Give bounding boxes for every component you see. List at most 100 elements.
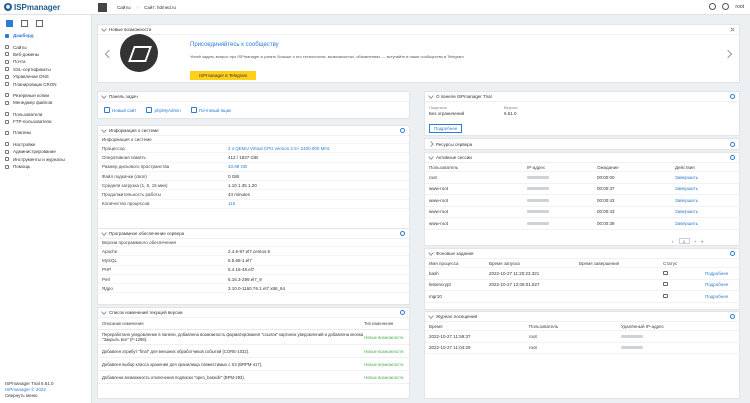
sidebar-item-settings[interactable]: Настройки xyxy=(0,141,91,148)
column-header[interactable]: Тип изменения xyxy=(364,321,393,326)
refresh-icon[interactable] xyxy=(730,155,735,160)
new-site-link[interactable]: Новый сайт xyxy=(104,107,136,113)
table-row: mgr10 Подробнее xyxy=(425,291,739,303)
blurred-ip xyxy=(621,346,643,350)
mail-icon xyxy=(190,107,197,113)
user-name[interactable]: root xyxy=(735,4,744,10)
column-header[interactable]: Описание изменения xyxy=(102,321,364,326)
certificate-icon xyxy=(5,67,9,72)
sidebar-item-files[interactable]: Менеджер файлов xyxy=(0,99,91,106)
version-value: 6.61.0 xyxy=(504,111,517,116)
sidebar-item-tools[interactable]: Инструменты и журналы xyxy=(0,155,91,162)
notification-icon[interactable] xyxy=(709,3,717,10)
table-row: 2022-10-27 11:04:29 root xyxy=(425,343,739,354)
refresh-icon[interactable] xyxy=(400,231,405,236)
refresh-icon[interactable] xyxy=(730,251,735,256)
sidebar-item-ssl[interactable]: SSL-сертификаты xyxy=(0,66,91,73)
chevron-down-icon[interactable] xyxy=(428,312,434,319)
status-icon xyxy=(663,293,668,298)
about-panel: О панели ISPmanager Trial Лицензия Версия… xyxy=(424,91,740,136)
details-link[interactable]: Подробнее xyxy=(705,294,735,299)
sidebar-item-dashboard[interactable]: Дашборд xyxy=(0,32,91,39)
phpmyadmin-link[interactable]: phpMyAdmin xyxy=(146,107,181,113)
blurred-ip xyxy=(527,187,549,191)
sidebar-item-backup[interactable]: Резервные копии xyxy=(0,92,91,99)
sidebar-item-cron[interactable]: Планировщик CRON xyxy=(0,80,91,87)
mailbox-link[interactable]: Почтовый ящик xyxy=(190,107,231,113)
telegram-button[interactable]: ISPmanager в Telegram xyxy=(190,71,257,80)
chevron-down-icon[interactable] xyxy=(428,249,434,256)
refresh-icon[interactable] xyxy=(400,128,405,133)
end-session-link[interactable]: Завершить xyxy=(675,198,735,203)
chevron-left-icon[interactable]: ‹ xyxy=(672,239,674,244)
sidebar-item-webdomains[interactable]: Веб-домены xyxy=(0,51,91,58)
folder-icon xyxy=(5,100,9,105)
blurred-ip xyxy=(527,221,549,225)
refresh-icon[interactable] xyxy=(730,314,735,319)
home-icon[interactable] xyxy=(98,2,107,12)
chevron-down-icon[interactable] xyxy=(101,308,107,315)
table-row: Добавлена возможность отключения подписк… xyxy=(98,371,409,384)
visit-log-panel: Журнал посещений Время Пользователь Удалён… xyxy=(424,311,740,399)
globe-icon xyxy=(5,52,9,57)
panel-title: Программное обеспечение сервера xyxy=(109,231,185,236)
background-tasks-panel: Фоновые задания Имя процесса Время запуск… xyxy=(424,248,740,310)
refresh-icon[interactable] xyxy=(400,310,405,315)
table-row: Размер дискового пространства 10.98 GB xyxy=(98,163,409,172)
table-row: Продолжительность работы 44 minutes xyxy=(98,190,409,200)
chevron-right-icon[interactable] xyxy=(428,140,434,147)
table-row: www-root 00:00:43 Завершить xyxy=(425,195,739,207)
chevron-down-icon[interactable] xyxy=(101,92,107,99)
chevron-down-icon[interactable] xyxy=(428,153,434,160)
chevron-down-icon[interactable] xyxy=(101,229,107,236)
end-session-link[interactable]: Завершить xyxy=(675,186,735,191)
breadcrumb-item[interactable]: Сайт: hdmed.ru xyxy=(138,5,182,10)
details-link[interactable]: Подробнее xyxy=(705,282,735,287)
chevron-down-icon[interactable] xyxy=(428,92,434,99)
sites-icon xyxy=(5,45,9,50)
user-icon[interactable] xyxy=(722,3,730,10)
grid-icon[interactable] xyxy=(6,20,13,27)
end-session-link[interactable]: Завершить xyxy=(675,209,735,214)
brand-logo[interactable]: ◉ ISPmanager xyxy=(0,3,92,12)
last-page-icon[interactable]: » xyxy=(701,239,704,244)
sidebar-item-mail[interactable]: Почта xyxy=(0,58,91,65)
chevron-right-icon[interactable]: › xyxy=(695,239,697,244)
chevron-right-icon[interactable] xyxy=(723,49,733,59)
breadcrumb-item[interactable]: Сайты xyxy=(111,5,137,10)
refresh-icon[interactable] xyxy=(730,142,735,147)
table-row: Оперативная память 412 / 1837 GiB xyxy=(98,153,409,163)
sidebar-item-admin[interactable]: Администрирование xyxy=(0,148,91,155)
refresh-icon[interactable] xyxy=(730,94,735,99)
collapse-menu-button[interactable]: Свернуть меню xyxy=(5,393,54,399)
end-session-link[interactable]: Завершить xyxy=(675,175,735,180)
table-row: Ядро 3.10.0-1160.76.1.el7.x86_64 xyxy=(98,284,409,294)
sidebar-item-plugins[interactable]: Плагины xyxy=(0,129,91,136)
sidebar-item-ftp[interactable]: FTP-пользователи xyxy=(0,118,91,125)
panel-title: Информация о системе xyxy=(109,128,159,133)
chevron-down-icon[interactable] xyxy=(101,25,107,32)
sidebar-item-help[interactable]: Помощь xyxy=(0,163,91,170)
sidebar-item-dns[interactable]: Управление DNS xyxy=(0,73,91,80)
table-header: Имя процесса Время запуска Время завершени… xyxy=(425,259,739,268)
chevron-left-icon[interactable] xyxy=(104,49,114,59)
ftp-icon xyxy=(5,119,9,124)
details-button[interactable]: Подробнее xyxy=(429,124,463,133)
star-icon[interactable] xyxy=(21,20,28,27)
dashboard-icon xyxy=(5,33,9,38)
sidebar-item-sites[interactable]: Сайты xyxy=(0,43,91,50)
tools-icon xyxy=(5,157,9,162)
end-session-link[interactable]: Завершить xyxy=(675,221,735,226)
details-link[interactable]: Подробнее xyxy=(705,271,735,276)
sidebar-item-users[interactable]: Пользователи xyxy=(0,111,91,118)
pin-icon[interactable] xyxy=(36,20,43,27)
backup-icon xyxy=(5,93,9,98)
table-header: Время Пользователь Удалённый IP-адрес xyxy=(425,322,739,331)
chevron-down-icon[interactable] xyxy=(101,126,107,133)
panel-title: Новые возможности xyxy=(109,27,152,32)
close-icon[interactable] xyxy=(730,27,735,32)
pagination: ‹ 1 › » xyxy=(672,238,704,244)
panel-title: Активные сессии xyxy=(436,155,472,160)
page-input[interactable]: 1 xyxy=(678,238,690,244)
status-icon xyxy=(663,282,668,287)
